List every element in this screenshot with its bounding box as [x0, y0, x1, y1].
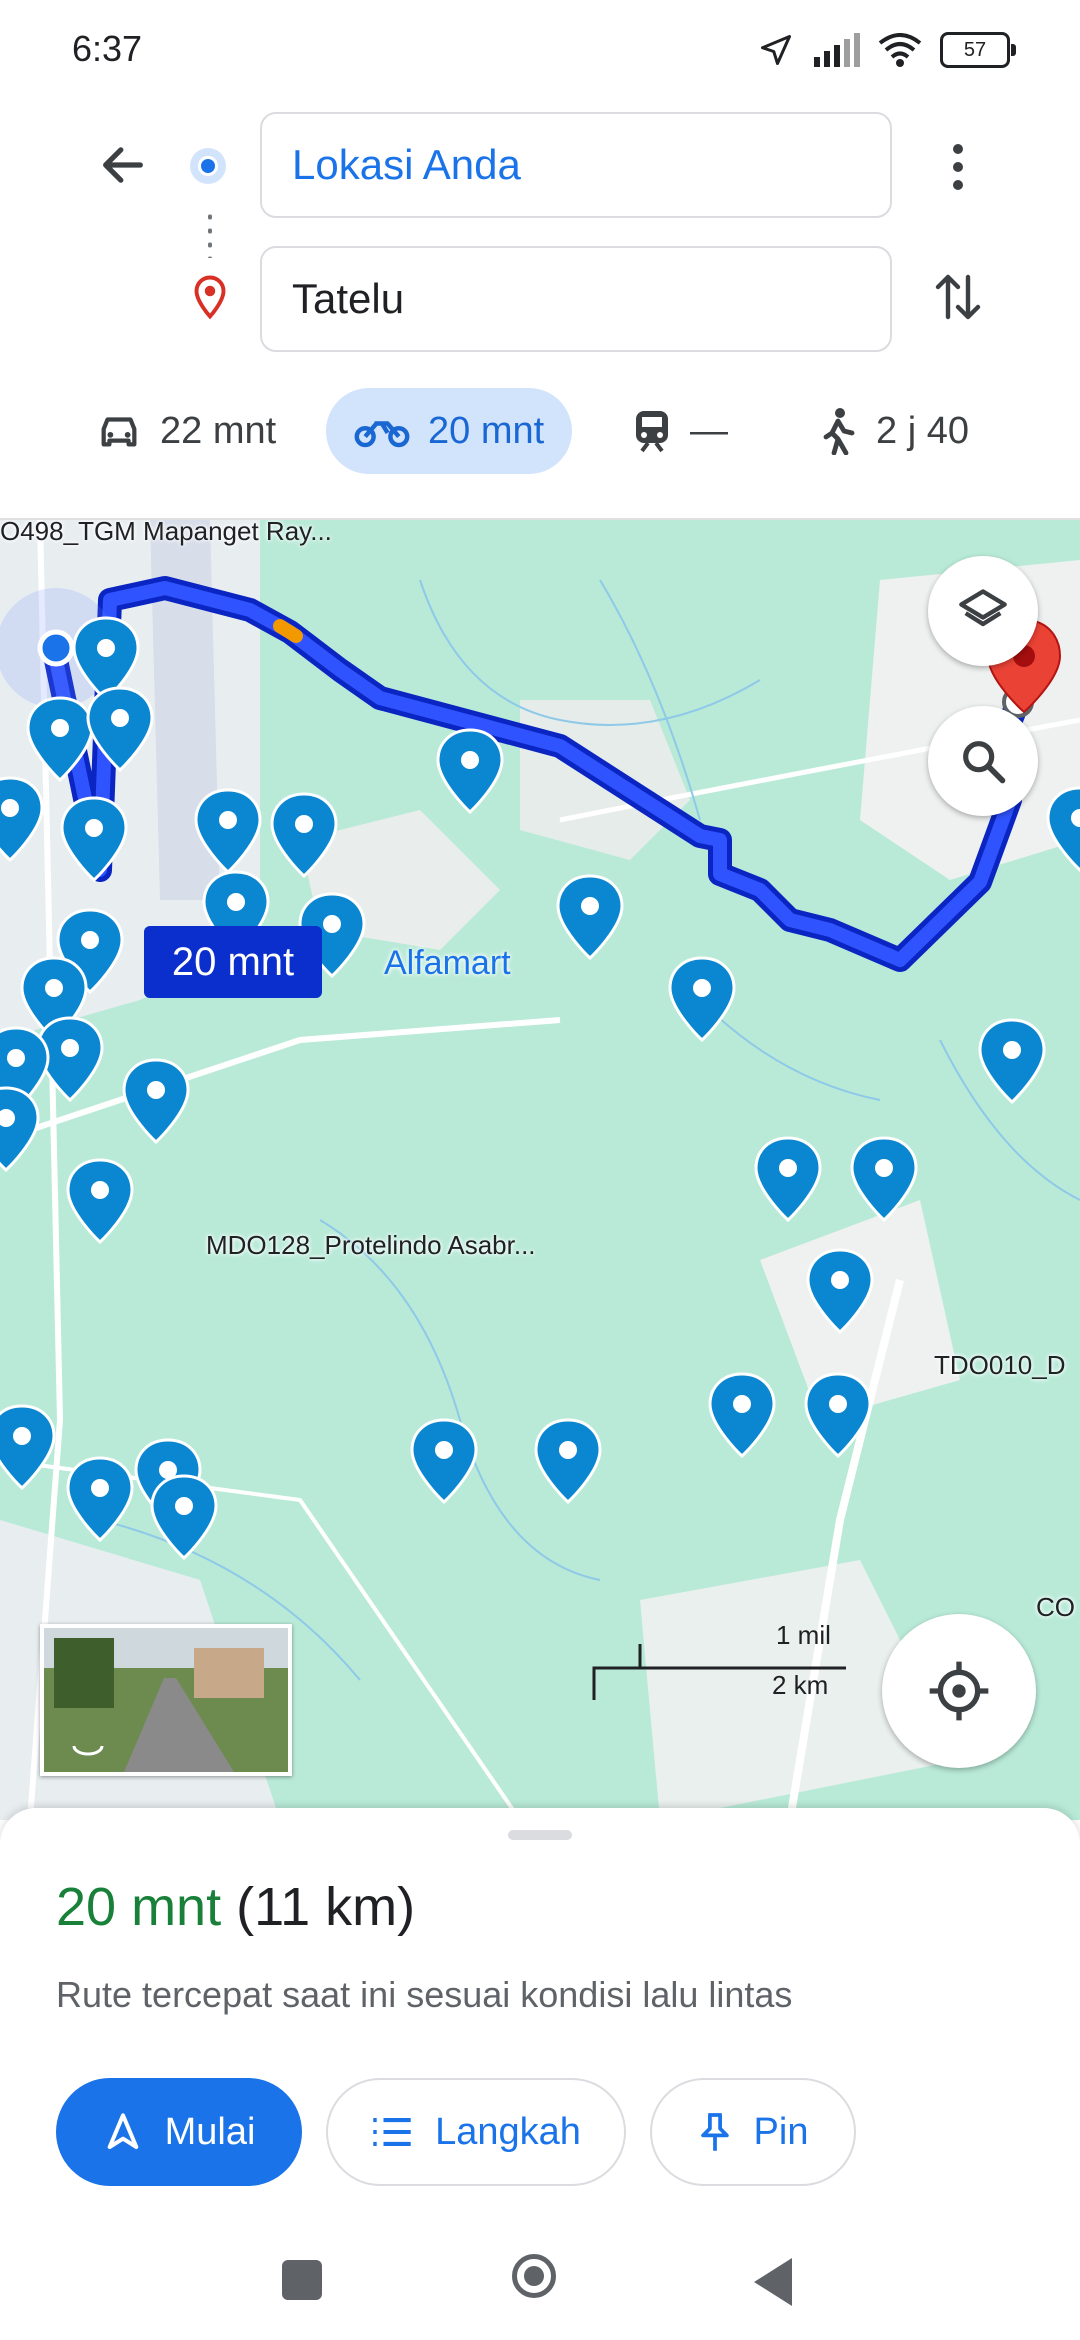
signal-icon: [814, 33, 860, 67]
steps-label: Langkah: [435, 2110, 581, 2153]
arrow-left-icon: [103, 147, 143, 183]
origin-dot-icon: [190, 148, 226, 184]
map-scale: 1 mil 2 km: [590, 1620, 850, 1710]
mode-tab-car[interactable]: 22 mnt: [96, 388, 276, 474]
start-button[interactable]: Mulai: [56, 2078, 302, 2186]
map-label-protelindo[interactable]: MDO128_Protelindo Asabr...: [206, 1230, 536, 1261]
walk-icon: [823, 408, 855, 455]
route-eta: 20 mnt (11 km): [56, 1876, 415, 1938]
search-along-route-button[interactable]: [928, 706, 1038, 816]
mode-label: 20 mnt: [428, 409, 545, 452]
route-summary-sheet[interactable]: 20 mnt (11 km) Rute tercepat saat ini se…: [0, 1808, 1080, 2228]
motorcycle-icon: [354, 421, 410, 448]
layers-button[interactable]: [928, 556, 1038, 666]
start-label: Mulai: [164, 2110, 256, 2153]
status-icons: 57: [758, 28, 1016, 72]
status-time: 6:37: [72, 28, 143, 69]
more-options-button[interactable]: [928, 132, 988, 202]
car-icon: [101, 417, 137, 447]
map-label-tdo[interactable]: TDO010_D: [934, 1350, 1066, 1381]
mode-label: —: [690, 409, 728, 452]
search-icon: [963, 741, 1006, 784]
eta-time: 20 mnt: [56, 1877, 222, 1937]
eta-distance: (11 km): [236, 1877, 416, 1937]
crosshair-icon: [929, 1661, 989, 1721]
mode-label: 2 j 40: [876, 409, 969, 452]
pin-label: Pin: [753, 2110, 809, 2153]
my-location-button[interactable]: [882, 1614, 1036, 1768]
map-label-tgm[interactable]: O498_TGM Mapanget Ray...: [0, 520, 332, 547]
list-icon: [373, 2118, 411, 2146]
scale-km: 2 km: [772, 1670, 829, 1700]
mode-label: 22 mnt: [160, 409, 277, 452]
scale-miles: 1 mil: [776, 1620, 831, 1650]
layers-icon: [959, 589, 1007, 627]
mode-tab-motorcycle[interactable]: 20 mnt: [326, 388, 573, 474]
back-nav-button[interactable]: [754, 2258, 792, 2306]
train-icon: [636, 411, 668, 453]
route-time-badge[interactable]: 20 mnt: [144, 926, 322, 998]
home-button[interactable]: [512, 2254, 556, 2298]
mode-tab-walk[interactable]: 2 j 40: [818, 388, 969, 474]
destination-pin-icon: [192, 274, 228, 325]
pushpin-icon: [700, 2113, 729, 2151]
system-navigation-bar: [0, 2228, 1080, 2340]
map-label-alfamart[interactable]: Alfamart: [384, 944, 511, 983]
mode-tab-transit[interactable]: —: [632, 388, 728, 474]
recents-button[interactable]: [282, 2260, 322, 2300]
pin-button[interactable]: Pin: [650, 2078, 856, 2186]
location-arrow-icon: [761, 35, 791, 65]
swap-button[interactable]: [928, 262, 988, 332]
origin-input[interactable]: Lokasi Anda: [260, 112, 892, 218]
wifi-icon: [878, 33, 922, 67]
battery-indicator: 57: [940, 32, 1016, 68]
connector-dots: [208, 210, 212, 258]
more-vertical-icon: [953, 144, 963, 190]
destination-input[interactable]: Tatelu: [260, 246, 892, 352]
street-view-thumbnail[interactable]: [40, 1624, 292, 1776]
route-description: Rute tercepat saat ini sesuai kondisi la…: [56, 1974, 793, 2015]
back-button[interactable]: [88, 130, 158, 200]
steps-button[interactable]: Langkah: [326, 2078, 626, 2186]
sheet-drag-handle[interactable]: [508, 1830, 572, 1840]
map-label-co[interactable]: CO: [1036, 1592, 1075, 1623]
map-view[interactable]: O498_TGM Mapanget Ray... MDO128_Protelin…: [0, 518, 1080, 1820]
navigation-arrow-icon: [107, 2113, 138, 2149]
swap-vertical-icon: [935, 274, 981, 320]
street-view-image: [44, 1628, 288, 1772]
status-bar: 6:37 57: [0, 0, 1080, 100]
travel-mode-tabs: 22 mnt 20 mnt — 2 j 40: [0, 388, 1080, 488]
